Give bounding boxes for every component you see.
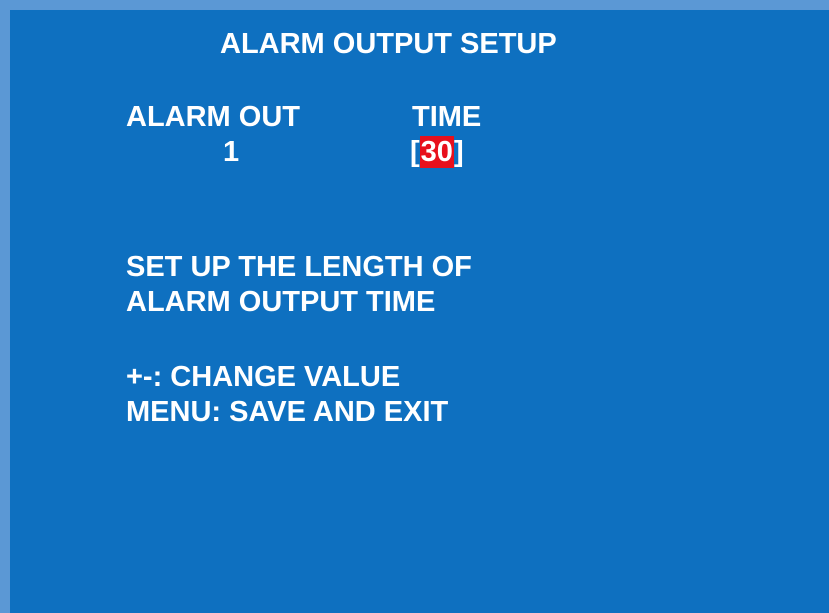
description-line-2: ALARM OUTPUT TIME [126,286,436,318]
description-line-1: SET UP THE LENGTH OF [126,251,472,283]
time-column-header: TIME [412,101,482,133]
time-value-field[interactable]: [30] [410,136,464,168]
time-value-selected[interactable]: 30 [419,136,454,168]
time-open-bracket: [ [410,136,420,168]
time-close-bracket: ] [453,136,464,168]
help-save-exit: MENU: SAVE AND EXIT [126,396,449,428]
alarm-out-number: 1 [223,136,240,168]
page-title: ALARM OUTPUT SETUP [220,28,557,60]
alarm-out-column-header: ALARM OUT [126,101,300,133]
alarm-output-setup-screen: ALARM OUTPUT SETUP ALARM OUT TIME 1 [30]… [0,0,829,613]
help-change-value: +-: CHANGE VALUE [126,361,401,393]
